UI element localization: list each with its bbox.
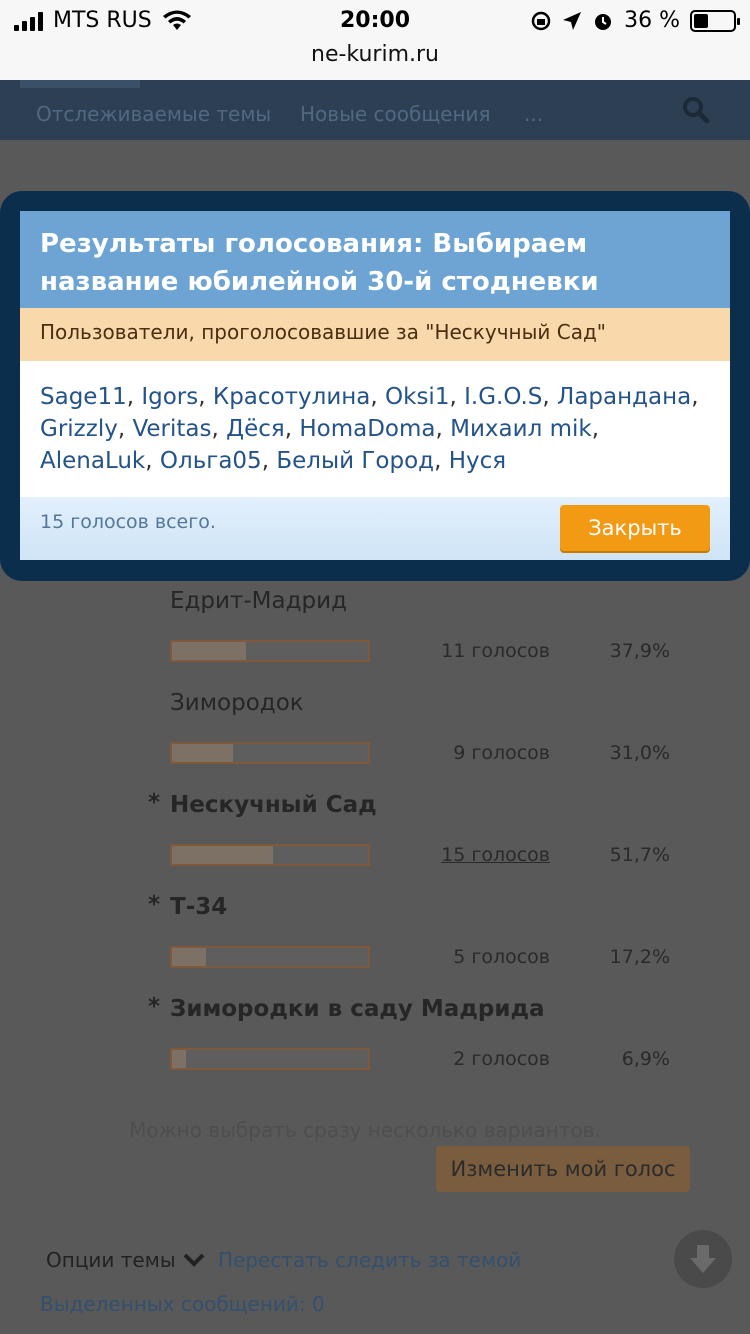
voter-link[interactable]: Veritas — [132, 416, 211, 442]
modal-title: Результаты голосования: Выбираем названи… — [20, 211, 730, 308]
battery-percent: 36 % — [624, 8, 680, 33]
voter-link[interactable]: Белый Город — [276, 448, 434, 474]
voter-separator: , — [434, 448, 442, 474]
battery-icon — [690, 9, 740, 32]
voter-link[interactable]: I.G.O.S — [464, 384, 542, 410]
poll-option-label: Едрит-Мадрид — [170, 588, 347, 614]
poll-option-votes-link[interactable]: 15 голосов — [390, 844, 550, 866]
poll-option-percent: 6,9% — [621, 1048, 670, 1070]
thread-options-label: Опции темы — [46, 1248, 176, 1272]
selected-posts-counter[interactable]: Выделенных сообщений: 0 — [40, 1292, 325, 1316]
poll-option-bar — [170, 844, 370, 866]
voter-separator: , — [261, 448, 270, 474]
status-bar: MTS RUS 20:00 36 % ne-kurim.ru — [0, 0, 750, 80]
selected-star: * — [148, 892, 161, 918]
poll-option-votes: 5 голосов — [453, 946, 550, 968]
voter-link[interactable]: Igors — [141, 384, 198, 410]
arrow-down-icon — [690, 1245, 716, 1273]
poll-option-bar — [170, 1048, 370, 1070]
poll-option-votes: 11 голосов — [441, 640, 550, 662]
search-icon[interactable] — [682, 96, 710, 124]
voter-separator: , — [284, 416, 293, 442]
voter-separator: , — [542, 384, 550, 410]
total-votes: 15 голосов всего. — [40, 511, 216, 533]
poll-option-percent: 17,2% — [609, 946, 670, 968]
poll-option-votes: 2 голосов — [453, 1048, 550, 1070]
voter-link[interactable]: Михаил mik — [450, 416, 592, 442]
voter-link[interactable]: Sage11 — [40, 384, 127, 410]
voter-link[interactable]: AlenaLuk — [40, 448, 145, 474]
poll-option-label: Нескучный Сад — [170, 792, 377, 818]
thread-options-menu[interactable]: Опции темы — [46, 1248, 206, 1272]
change-vote-button[interactable]: Изменить мой голос — [436, 1146, 690, 1192]
poll-option-label: Т-34 — [170, 894, 228, 920]
voter-link[interactable]: Дёся — [226, 416, 285, 442]
poll-option-label: Зимородки в саду Мадрида — [170, 996, 545, 1022]
forum-nav: Отслеживаемые темы Новые сообщения ... — [0, 80, 750, 140]
voter-separator: , — [145, 448, 153, 474]
poll-option-percent: 51,7% — [609, 844, 670, 866]
poll-hint: Можно выбрать сразу несколько вариантов. — [129, 1118, 601, 1142]
voter-separator: , — [126, 384, 135, 410]
address-url[interactable]: ne-kurim.ru — [0, 42, 750, 67]
modal-subtitle: Пользователи, проголосовавшие за "Нескуч… — [20, 308, 730, 361]
nav-tab-strip — [20, 80, 140, 88]
close-button[interactable]: Закрыть — [560, 505, 710, 551]
poll-option-bar — [170, 640, 370, 662]
poll-option-bar — [170, 742, 370, 764]
poll-option-votes: 9 голосов — [453, 742, 550, 764]
voter-separator: , — [435, 416, 443, 442]
voter-link[interactable]: Ларандана — [557, 384, 691, 410]
voter-separator: , — [370, 384, 378, 410]
voter-link[interactable]: Oksi1 — [385, 384, 449, 410]
voter-separator: , — [117, 416, 126, 442]
voters-list: Sage11, Igors, Красотулина, Oksi1, I.G.O… — [20, 361, 730, 497]
voter-link[interactable]: Ольга05 — [160, 448, 262, 474]
nav-new-posts[interactable]: Новые сообщения — [300, 102, 491, 126]
alarm-icon — [595, 13, 612, 30]
poll-option-percent: 31,0% — [609, 742, 670, 764]
voter-link[interactable]: Нуся — [449, 448, 506, 474]
modal-footer: 15 голосов всего. Закрыть — [20, 497, 730, 560]
nav-more[interactable]: ... — [524, 102, 543, 126]
nav-watched-threads[interactable]: Отслеживаемые темы — [36, 102, 271, 126]
voter-link[interactable]: HomaDoma — [299, 416, 435, 442]
voter-separator: , — [198, 384, 206, 410]
location-icon — [563, 11, 582, 30]
voter-separator: , — [591, 416, 600, 442]
poll-option-percent: 37,9% — [609, 640, 670, 662]
poll-voters-modal: Результаты голосования: Выбираем названи… — [20, 211, 730, 560]
poll-option-label: Зимородок — [170, 690, 304, 716]
selected-star: * — [148, 790, 161, 816]
status-right: 36 % — [530, 8, 740, 33]
selected-star: * — [148, 994, 161, 1020]
orientation-lock-icon — [531, 11, 551, 30]
voter-link[interactable]: Красотулина — [213, 384, 371, 410]
voter-separator: , — [691, 384, 699, 410]
voter-separator: , — [449, 384, 457, 410]
scroll-down-button[interactable] — [674, 1230, 732, 1288]
voter-link[interactable]: Grizzly — [40, 416, 118, 442]
poll-option-bar — [170, 946, 370, 968]
chevron-down-icon — [183, 1253, 205, 1267]
unwatch-thread-link[interactable]: Перестать следить за темой — [218, 1248, 521, 1272]
voter-separator: , — [211, 416, 219, 442]
